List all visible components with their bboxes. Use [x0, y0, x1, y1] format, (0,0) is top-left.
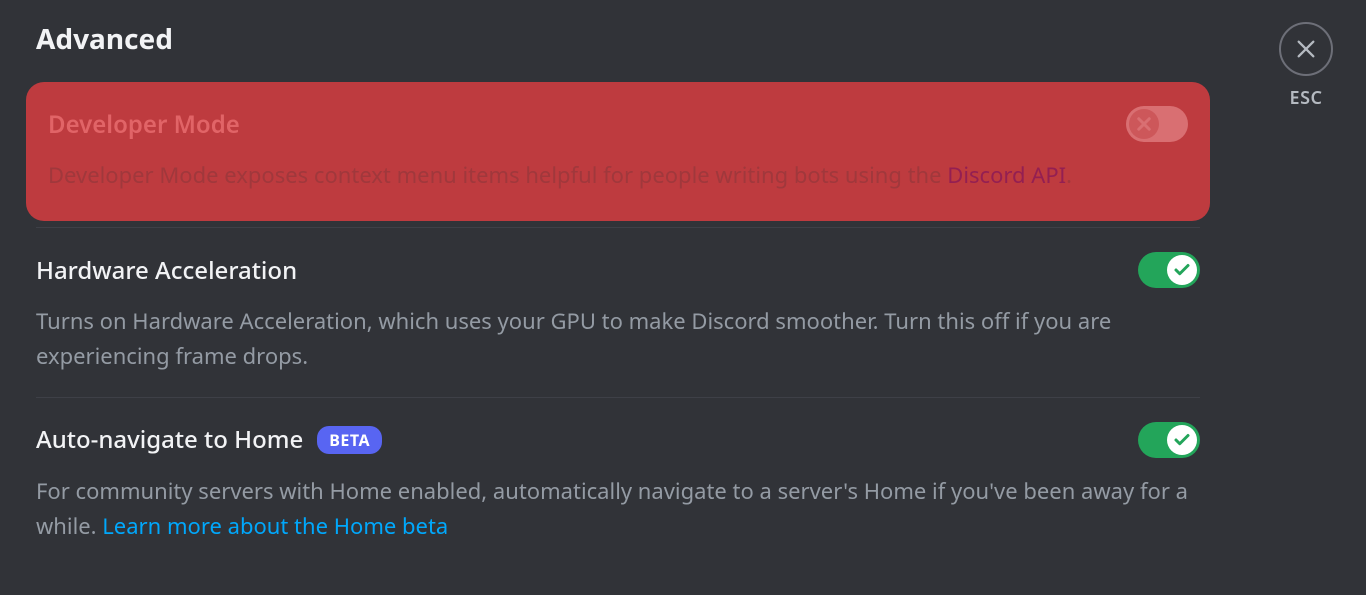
hardware-accel-toggle[interactable] [1138, 252, 1200, 288]
check-icon [1173, 431, 1191, 449]
beta-badge: BETA [317, 426, 382, 454]
auto-navigate-title: Auto-navigate to Home [36, 423, 303, 456]
toggle-knob [1167, 255, 1197, 285]
auto-navigate-desc: For community servers with Home enabled,… [36, 474, 1200, 544]
toggle-knob [1167, 425, 1197, 455]
desc-text: Developer Mode exposes context menu item… [48, 160, 947, 190]
home-beta-link[interactable]: Learn more about the Home beta [102, 511, 448, 541]
check-icon [1173, 261, 1191, 279]
toggle-knob [1129, 109, 1159, 139]
close-label: ESC [1290, 86, 1323, 110]
developer-mode-title: Developer Mode [48, 108, 240, 141]
close-button[interactable]: ESC [1279, 22, 1333, 110]
auto-navigate-toggle[interactable] [1138, 422, 1200, 458]
hardware-accel-desc: Turns on Hardware Acceleration, which us… [36, 304, 1200, 374]
hardware-accel-title: Hardware Acceleration [36, 254, 297, 287]
close-icon [1295, 38, 1317, 60]
setting-developer-mode: Developer Mode Developer Mode exposes co… [26, 82, 1210, 221]
x-icon [1135, 115, 1153, 133]
discord-api-link[interactable]: Discord API [947, 160, 1066, 190]
developer-mode-desc: Developer Mode exposes context menu item… [48, 158, 1188, 193]
setting-hardware-accel: Hardware Acceleration Turns on Hardware … [36, 228, 1200, 396]
developer-mode-toggle[interactable] [1126, 106, 1188, 142]
close-circle [1279, 22, 1333, 76]
desc-text-after: . [1066, 160, 1072, 190]
page-title: Advanced [36, 20, 1200, 58]
setting-auto-navigate: Auto-navigate to Home BETA For community… [36, 398, 1200, 566]
